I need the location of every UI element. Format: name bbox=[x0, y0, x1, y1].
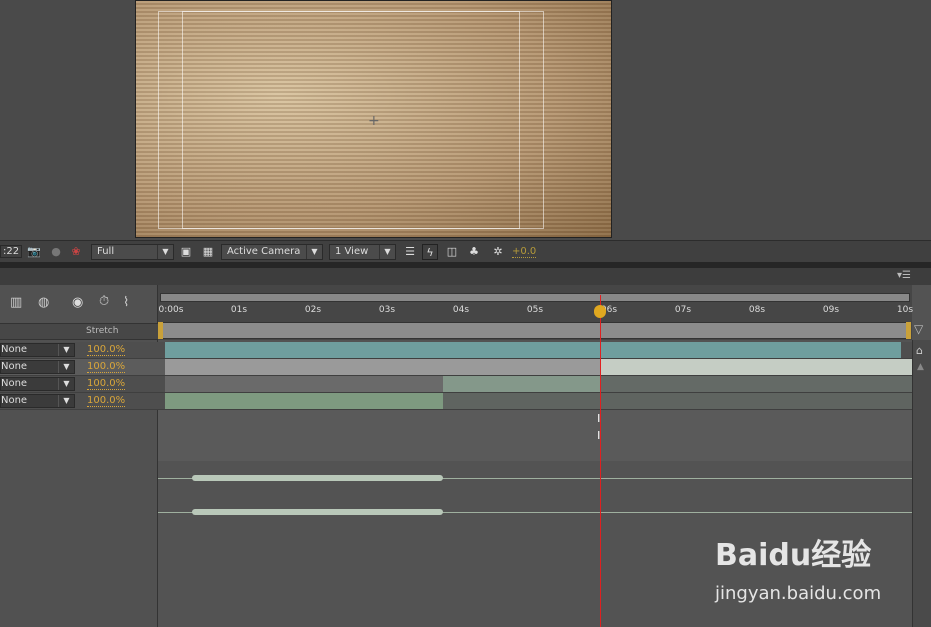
fast-previews-icon[interactable]: ϟ bbox=[422, 244, 438, 260]
draft-3d-icon[interactable]: ▥ bbox=[10, 295, 22, 310]
tick-label: 10s bbox=[896, 305, 914, 315]
timeline-panel-header: ▾☰ bbox=[0, 268, 931, 285]
playhead-line[interactable] bbox=[600, 295, 602, 627]
column-header: Stretch bbox=[0, 323, 158, 340]
tick-label: 04s bbox=[452, 305, 470, 315]
scroll-up-icon[interactable]: ▲ bbox=[917, 362, 924, 372]
work-area-start-handle[interactable] bbox=[158, 322, 163, 339]
chevron-down-icon: ▼ bbox=[58, 395, 74, 407]
panel-menu-icon[interactable]: ▾☰ bbox=[897, 270, 911, 281]
tick-label: 09s bbox=[822, 305, 840, 315]
transparency-grid-icon[interactable]: ▦ bbox=[200, 244, 216, 260]
viewer-toolbar: :22 📷 ● ❀ Full ▼ ▣ ▦ Active Camera ▼ 1 Vie… bbox=[0, 240, 931, 262]
composition-frame: + bbox=[135, 0, 612, 238]
vertical-scrollbar[interactable]: ⌂ ▲ bbox=[912, 340, 931, 627]
resolution-value: Full bbox=[97, 246, 115, 257]
chevron-down-icon: ▼ bbox=[379, 245, 395, 259]
stretch-value[interactable]: 100.0% bbox=[87, 361, 126, 373]
view-layout-value: 1 View bbox=[335, 246, 369, 257]
parent-select[interactable]: None ▼ bbox=[0, 360, 75, 374]
show-snapshot-icon[interactable]: ● bbox=[48, 244, 64, 260]
parent-select[interactable]: None ▼ bbox=[0, 394, 75, 408]
watermark-url: jingyan.baidu.com bbox=[715, 583, 882, 604]
flowchart-icon[interactable]: ♣ bbox=[466, 244, 482, 260]
empty-tracks bbox=[158, 410, 912, 461]
watermark-brand: Baidu经验 bbox=[715, 538, 872, 573]
current-time-indicator[interactable] bbox=[594, 305, 607, 318]
exposure-value[interactable]: +0.0 bbox=[512, 246, 537, 258]
channels-icon[interactable]: ❀ bbox=[68, 244, 84, 260]
timeline-icon[interactable]: ◫ bbox=[444, 244, 460, 260]
layer-duration-bar[interactable] bbox=[165, 359, 601, 375]
stretch-column-header[interactable]: Stretch bbox=[86, 326, 118, 336]
audio-waveform-right bbox=[192, 509, 443, 515]
region-of-interest-icon[interactable]: ▣ bbox=[178, 244, 194, 260]
parent-value: None bbox=[1, 395, 28, 406]
time-navigator[interactable] bbox=[160, 293, 910, 302]
camera-value: Active Camera bbox=[227, 246, 301, 257]
work-area-end-handle[interactable] bbox=[906, 322, 911, 339]
audio-waveform-left bbox=[192, 475, 443, 481]
layer-row[interactable]: None ▼ 100.0% bbox=[0, 376, 931, 393]
tick-label: 07s bbox=[674, 305, 692, 315]
parent-select[interactable]: None ▼ bbox=[0, 343, 75, 357]
motion-blur-icon[interactable]: ⏱ bbox=[99, 294, 109, 309]
snapshot-icon[interactable]: 📷 bbox=[26, 244, 42, 260]
resolution-select[interactable]: Full ▼ bbox=[91, 244, 174, 260]
chevron-down-icon: ▼ bbox=[58, 361, 74, 373]
layer-duration-bar[interactable] bbox=[600, 359, 912, 375]
toggle-pixel-aspect-icon[interactable]: ☰ bbox=[402, 244, 418, 260]
chevron-down-icon: ▼ bbox=[58, 378, 74, 390]
view-layout-select[interactable]: 1 View ▼ bbox=[329, 244, 396, 260]
layer-duration-bar[interactable] bbox=[165, 393, 444, 409]
comp-flowchart-icon[interactable]: ⌂ bbox=[916, 344, 923, 357]
layer-duration-bar[interactable] bbox=[165, 376, 444, 392]
time-ruler[interactable]: 0:00s 01s 02s 03s 04s 05s 06s 07s 08s 09s 10s bbox=[158, 285, 914, 340]
chevron-down-icon: ▼ bbox=[58, 344, 74, 356]
title-safe-guide bbox=[182, 11, 520, 229]
layer-columns: ▥ ◍ ◉ ⏱ ⌇ Stretch bbox=[0, 285, 158, 627]
layer-row[interactable]: None ▼ 100.0% bbox=[0, 393, 931, 410]
stretch-value[interactable]: 100.0% bbox=[87, 344, 126, 356]
in-out-marker: I bbox=[597, 412, 601, 425]
chevron-down-icon: ▼ bbox=[306, 245, 322, 259]
camera-select[interactable]: Active Camera ▼ bbox=[221, 244, 323, 260]
tick-label: 01s bbox=[230, 305, 248, 315]
exposure-reset-icon[interactable]: ✲ bbox=[490, 244, 506, 260]
crosshair-icon: + bbox=[368, 113, 380, 129]
work-area-bar[interactable] bbox=[160, 322, 910, 339]
layer-duration-bar[interactable] bbox=[443, 376, 601, 392]
graph-editor-icon[interactable]: ⌇ bbox=[123, 295, 129, 310]
marker-bin-icon[interactable]: ▽ bbox=[914, 322, 923, 336]
parent-select[interactable]: None ▼ bbox=[0, 377, 75, 391]
chevron-down-icon: ▼ bbox=[157, 245, 173, 259]
timecode[interactable]: :22 bbox=[0, 245, 23, 258]
in-out-marker: I bbox=[597, 429, 601, 442]
frame-blending-icon[interactable]: ◉ bbox=[72, 295, 83, 310]
tick-label: 02s bbox=[304, 305, 322, 315]
layer-row[interactable]: None ▼ 100.0% bbox=[0, 359, 931, 376]
parent-value: None bbox=[1, 378, 28, 389]
stretch-value[interactable]: 100.0% bbox=[87, 378, 126, 390]
layer-duration-bar[interactable] bbox=[165, 342, 902, 358]
tick-label: 08s bbox=[748, 305, 766, 315]
composition-viewer[interactable]: + bbox=[0, 0, 931, 240]
layer-duration-bar[interactable] bbox=[600, 376, 912, 392]
parent-value: None bbox=[1, 361, 28, 372]
tick-label: 03s bbox=[378, 305, 396, 315]
hide-shy-layers-icon[interactable]: ◍ bbox=[38, 295, 49, 310]
layer-row[interactable]: None ▼ 100.0% bbox=[0, 342, 931, 359]
tick-label: 05s bbox=[526, 305, 544, 315]
stretch-value[interactable]: 100.0% bbox=[87, 395, 126, 407]
tick-label: 0:00s bbox=[158, 305, 184, 315]
layer-duration-bar[interactable] bbox=[443, 393, 912, 409]
parent-value: None bbox=[1, 344, 28, 355]
